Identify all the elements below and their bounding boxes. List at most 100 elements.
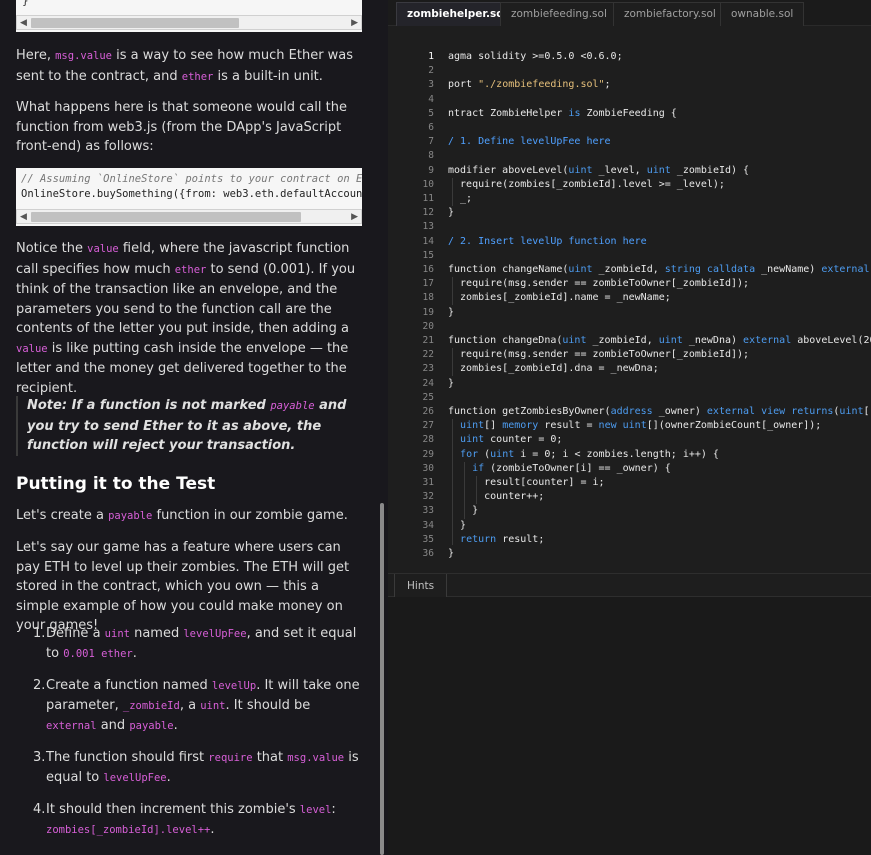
lesson-pane: } ◀ ▶ Here, msg.value is a way to see ho… — [0, 0, 388, 855]
text: . — [173, 718, 178, 733]
code-line: if (zombieToOwner[i] == _owner) { — [472, 462, 671, 474]
text: named — [129, 626, 184, 641]
line-number: 19 — [422, 306, 434, 318]
line-number: 14 — [422, 235, 434, 247]
line-number: 1 — [428, 51, 434, 62]
inline-code: 0.001 ether — [63, 648, 133, 660]
line-number: 30 — [422, 462, 434, 474]
code-line: zombies[_zombieId].name = _newName; — [448, 292, 671, 304]
code-line: _; — [448, 193, 473, 204]
code-snippet-web3: // Assuming `OnlineStore` points to your… — [16, 168, 362, 226]
code-line: } — [448, 306, 455, 318]
line-number: 6 — [428, 122, 434, 133]
text: Let's create a — [16, 508, 109, 523]
line-number: 32 — [422, 491, 434, 503]
inline-code: ether — [174, 263, 207, 276]
text: function in our zombie game. — [152, 508, 348, 523]
inline-code: levelUpFee — [103, 772, 167, 784]
list-number: 1. — [33, 626, 46, 641]
line-number: 23 — [422, 363, 434, 375]
inline-code: require — [208, 752, 253, 764]
tab-ownable[interactable]: ownable.sol — [720, 2, 805, 26]
text: . — [132, 646, 137, 661]
inline-code: msg.value — [287, 752, 345, 764]
editor-pane: zombiehelper.sol zombiefeeding.sol zombi… — [388, 0, 871, 855]
paragraph-envelope: Notice the value field, where the javasc… — [16, 239, 362, 398]
scrollbar-thumb[interactable] — [31, 18, 239, 28]
inline-code: levelUp — [211, 680, 257, 692]
tab-hints[interactable]: Hints — [394, 574, 448, 598]
line-number: 28 — [422, 434, 434, 446]
code-horizontal-scrollbar[interactable]: ◀ ▶ — [16, 209, 362, 224]
list-number: 2. — [33, 678, 46, 693]
line-number: 27 — [422, 420, 434, 432]
paragraph-web3: What happens here is that someone would … — [16, 100, 347, 154]
line-number: 34 — [422, 519, 434, 531]
inline-code: _zombieId — [122, 700, 180, 712]
code-line: port "./zombiefeeding.sol"; — [448, 79, 611, 91]
scroll-right-arrow-icon[interactable]: ▶ — [351, 17, 358, 29]
code-line: } — [448, 377, 455, 389]
text: Create a function named — [46, 678, 212, 693]
line-number: 8 — [428, 150, 434, 162]
paragraph-level-up: Let's say our game has a feature where u… — [16, 540, 350, 633]
code-line: } — [448, 505, 479, 517]
code-line: zombies[_zombieId].dna = _newDna; — [448, 363, 659, 375]
inline-code: msg.value — [55, 50, 113, 62]
code-editor[interactable]: 1 2 3 4 5 6 7 8 9 10 11 12 13 14 15 16 17 18 19 20 21 22 23 24 2… — [388, 50, 871, 558]
line-number: 22 — [422, 349, 434, 361]
code-line: uint[] memory result = new uint[](ownerZ… — [460, 420, 822, 432]
list-number: 4. — [33, 802, 46, 817]
text: . — [210, 822, 215, 837]
text: : — [331, 802, 336, 817]
line-number: 2 — [428, 65, 434, 77]
inline-code: value — [87, 243, 119, 255]
text: Here, — [16, 48, 56, 63]
instruction-list: 1. Define a uint named levelUpFee, and s… — [16, 624, 362, 852]
scroll-right-arrow-icon[interactable]: ▶ — [351, 211, 358, 223]
line-number: 13 — [422, 221, 434, 233]
code-line: require(msg.sender == zombieToOwner[_zom… — [448, 349, 750, 361]
text: and — [96, 718, 130, 733]
code-line: / 1. Define levelUpFee here — [448, 136, 611, 148]
inline-code: uint — [104, 628, 130, 640]
tab-zombiefactory[interactable]: zombiefactory.sol — [613, 2, 727, 26]
line-number: 15 — [422, 249, 434, 261]
text: is a built-in unit. — [213, 68, 323, 84]
inline-code: value — [16, 342, 48, 355]
code-snippet-top: } ◀ ▶ — [16, 0, 362, 32]
line-number: 17 — [422, 278, 434, 290]
line-number: 29 — [422, 448, 434, 460]
scroll-left-arrow-icon[interactable]: ◀ — [20, 211, 27, 223]
code-line: uint counter = 0; — [460, 434, 563, 446]
line-number: 5 — [428, 107, 434, 119]
code-line: modifier aboveLevel(uint _level, uint _z… — [448, 164, 750, 176]
code-brace: } — [22, 0, 29, 7]
file-tabs: zombiehelper.sol zombiefeeding.sol zombi… — [388, 0, 871, 26]
text: Notice the — [16, 241, 88, 256]
tab-zombiefeeding[interactable]: zombiefeeding.sol — [500, 2, 618, 26]
code-line: for (uint i = 0; i < zombies.length; i++… — [460, 448, 719, 460]
inline-code: ether — [181, 70, 214, 83]
line-number: 24 — [422, 377, 434, 389]
list-item: 1. Define a uint named levelUpFee, and s… — [16, 624, 362, 664]
line-number: 11 — [422, 193, 434, 204]
lesson-vertical-scrollbar[interactable] — [380, 503, 384, 855]
hints-bar: Hints — [388, 573, 871, 598]
line-number: 25 — [422, 391, 434, 403]
hints-panel — [388, 597, 871, 855]
code-line: OnlineStore.buySomething({from: web3.eth… — [21, 188, 362, 200]
inline-code: payable — [108, 510, 153, 522]
text: is like putting cash inside the envelope… — [16, 340, 349, 396]
scrollbar-thumb[interactable] — [31, 212, 301, 222]
code-horizontal-scrollbar[interactable]: ◀ ▶ — [16, 15, 362, 30]
inline-code: payable — [270, 400, 315, 412]
paragraph-msg-value: Here, msg.value is a way to see how much… — [16, 46, 362, 87]
code-line: / 2. Insert levelUp function here — [448, 235, 647, 247]
section-heading: Putting it to the Test — [16, 474, 216, 494]
scroll-left-arrow-icon[interactable]: ◀ — [20, 17, 27, 29]
line-number: 7 — [428, 136, 434, 148]
line-number: 12 — [422, 207, 434, 219]
text: Define a — [46, 626, 105, 641]
line-number: 26 — [422, 406, 434, 417]
